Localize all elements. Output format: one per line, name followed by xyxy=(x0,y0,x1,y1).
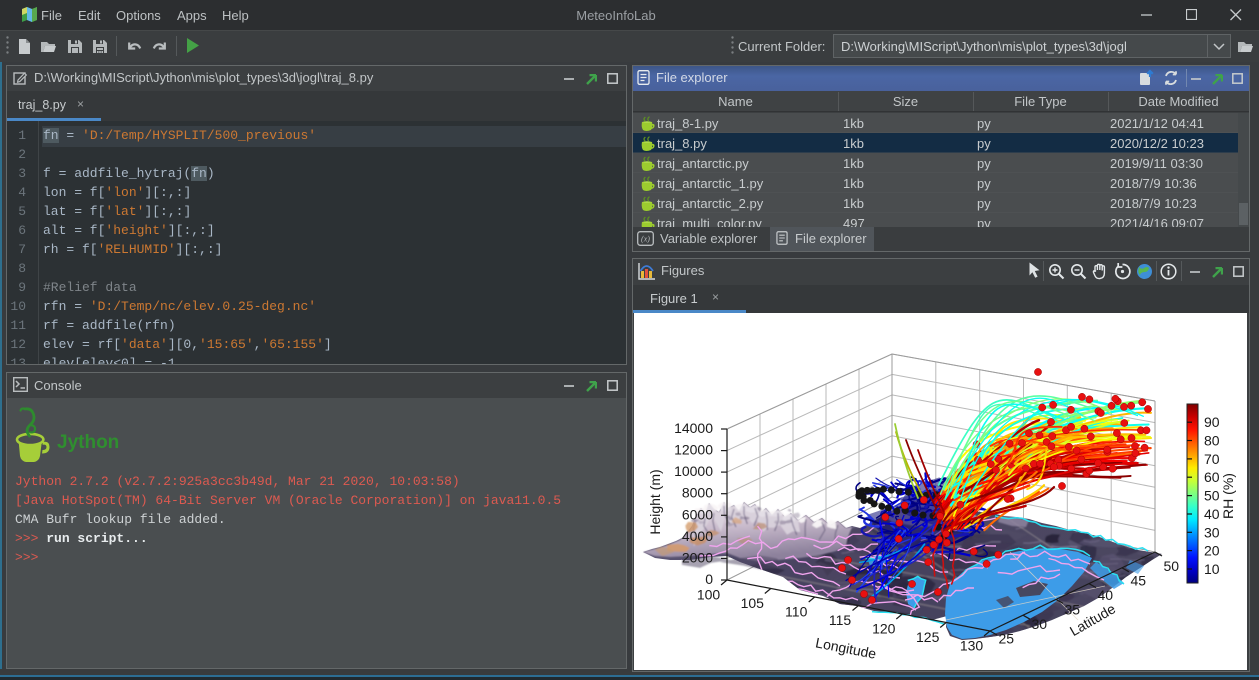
svg-text:100: 100 xyxy=(697,587,721,603)
svg-text:110: 110 xyxy=(785,604,808,620)
svg-text:35: 35 xyxy=(1065,602,1081,618)
svg-text:2000: 2000 xyxy=(682,549,713,565)
svg-text:50: 50 xyxy=(1164,558,1180,574)
svg-text:RH (%): RH (%) xyxy=(1220,473,1236,519)
svg-text:30: 30 xyxy=(1032,616,1048,632)
svg-text:105: 105 xyxy=(741,595,765,611)
svg-text:25: 25 xyxy=(999,631,1015,647)
svg-text:0: 0 xyxy=(705,571,713,587)
svg-text:45: 45 xyxy=(1131,573,1147,589)
svg-text:(x): (x) xyxy=(641,235,650,244)
svg-text:30: 30 xyxy=(1204,524,1220,540)
svg-text:40: 40 xyxy=(1204,506,1220,522)
svg-text:80: 80 xyxy=(1204,433,1220,449)
svg-text:10: 10 xyxy=(1204,561,1220,577)
svg-text:90: 90 xyxy=(1204,414,1220,430)
svg-text:50: 50 xyxy=(1204,488,1220,504)
svg-text:40: 40 xyxy=(1098,587,1114,603)
svg-text:130: 130 xyxy=(960,638,984,654)
svg-text:Longitude: Longitude xyxy=(814,634,878,661)
svg-text:4000: 4000 xyxy=(682,528,713,544)
svg-text:6000: 6000 xyxy=(682,506,713,522)
svg-text:8000: 8000 xyxy=(682,485,713,501)
svg-text:70: 70 xyxy=(1204,451,1220,467)
svg-text:115: 115 xyxy=(829,612,852,628)
svg-text:60: 60 xyxy=(1204,469,1220,485)
svg-text:14000: 14000 xyxy=(674,420,713,436)
svg-text:10000: 10000 xyxy=(674,463,713,479)
svg-text:125: 125 xyxy=(916,629,940,645)
svg-text:Height (m): Height (m) xyxy=(647,469,663,534)
svg-text:12000: 12000 xyxy=(674,442,713,458)
svg-text:120: 120 xyxy=(872,621,896,637)
svg-text:20: 20 xyxy=(1204,543,1220,559)
